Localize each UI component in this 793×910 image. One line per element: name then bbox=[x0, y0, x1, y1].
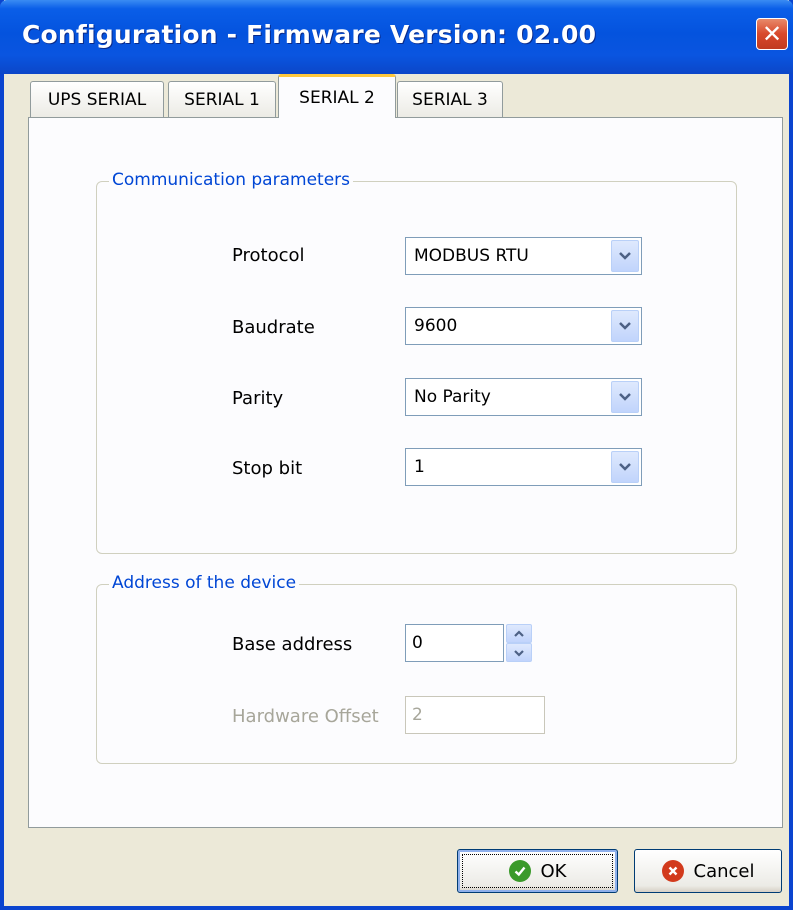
baudrate-select[interactable]: 9600 bbox=[405, 307, 642, 345]
spin-down-icon[interactable] bbox=[506, 643, 532, 662]
device-address-group: Address of the device bbox=[96, 573, 737, 764]
stop-bit-value: 1 bbox=[414, 457, 425, 477]
parity-value: No Parity bbox=[414, 387, 491, 407]
cancel-label: Cancel bbox=[693, 860, 755, 882]
hardware-offset-label: Hardware Offset bbox=[232, 706, 379, 727]
tab-serial-3[interactable]: SERIAL 3 bbox=[397, 81, 503, 117]
dialog-window: Configuration - Firmware Version: 02.00 … bbox=[0, 0, 793, 910]
ok-button[interactable]: OK bbox=[457, 849, 618, 893]
parity-select[interactable]: No Parity bbox=[405, 378, 642, 416]
window-title: Configuration - Firmware Version: 02.00 bbox=[22, 20, 597, 49]
tab-label: SERIAL 1 bbox=[184, 89, 260, 110]
tab-ups-serial[interactable]: UPS SERIAL bbox=[30, 81, 164, 117]
tab-label: SERIAL 2 bbox=[299, 87, 375, 108]
protocol-select[interactable]: MODBUS RTU bbox=[405, 237, 642, 275]
chevron-down-icon[interactable] bbox=[611, 310, 639, 342]
group-legend: Communication parameters bbox=[109, 170, 353, 190]
stop-bit-label: Stop bit bbox=[232, 458, 303, 479]
cancel-button[interactable]: Cancel bbox=[634, 849, 782, 893]
hardware-offset-input: 2 bbox=[405, 696, 545, 734]
chevron-down-icon[interactable] bbox=[611, 381, 639, 413]
base-address-spinner bbox=[506, 624, 532, 662]
tab-serial-1[interactable]: SERIAL 1 bbox=[168, 81, 276, 117]
baudrate-value: 9600 bbox=[414, 316, 458, 336]
group-legend: Address of the device bbox=[109, 573, 300, 593]
x-circle-icon bbox=[661, 860, 684, 882]
focus-ring bbox=[462, 854, 613, 888]
chevron-down-icon[interactable] bbox=[611, 240, 639, 272]
tab-label: UPS SERIAL bbox=[47, 89, 147, 110]
parity-label: Parity bbox=[232, 388, 284, 409]
close-icon: ✕ bbox=[761, 20, 783, 48]
title-bar[interactable]: Configuration - Firmware Version: 02.00 … bbox=[0, 0, 793, 74]
tab-label: SERIAL 3 bbox=[412, 89, 488, 110]
chevron-down-icon[interactable] bbox=[611, 451, 639, 483]
hardware-offset-value: 2 bbox=[412, 705, 423, 725]
protocol-label: Protocol bbox=[232, 245, 305, 266]
close-button[interactable]: ✕ bbox=[756, 18, 788, 50]
spin-up-icon[interactable] bbox=[506, 624, 532, 643]
tab-serial-2[interactable]: SERIAL 2 bbox=[278, 74, 396, 118]
base-address-label: Base address bbox=[232, 634, 353, 655]
baudrate-label: Baudrate bbox=[232, 317, 315, 338]
base-address-input[interactable]: 0 bbox=[405, 624, 504, 662]
stop-bit-select[interactable]: 1 bbox=[405, 448, 642, 486]
base-address-value: 0 bbox=[412, 633, 423, 653]
protocol-value: MODBUS RTU bbox=[414, 246, 529, 266]
